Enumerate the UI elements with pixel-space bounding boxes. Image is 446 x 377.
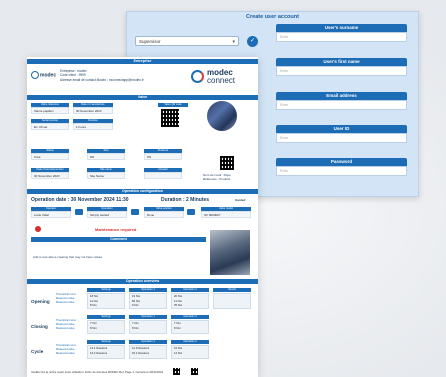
closing-sub-labels: Theoretical curve Measured value Measured … bbox=[56, 319, 76, 330]
email-input[interactable]: Enter bbox=[276, 100, 407, 110]
overview-col-header: Result bbox=[213, 288, 251, 292]
valve-cell: Pressure PN bbox=[144, 149, 182, 160]
valve-cell: Site name Site Name bbox=[87, 168, 125, 179]
config-cell: Operator Lucie Vidal bbox=[31, 207, 71, 218]
row-closing: Closing bbox=[31, 324, 48, 329]
modec-small-logo: modec bbox=[31, 71, 56, 79]
surname-field: User's surname Enter bbox=[276, 24, 407, 42]
email-label: Email address bbox=[276, 92, 407, 100]
valve-cell: Valve reference Vanne papillon bbox=[31, 103, 69, 114]
cycle-op1: 14.1 Newtons 13.4 Newtons bbox=[87, 345, 125, 359]
operation-date: Operation date : 30 November 2024 11:30 bbox=[31, 197, 129, 203]
first-name-field: User's first name Enter bbox=[276, 58, 407, 76]
valve-cell: Serial number Ex: 00 set bbox=[31, 119, 69, 130]
config-cell: Operation Simply started bbox=[87, 207, 127, 218]
config-cell: Valve model SV 0000007 bbox=[201, 207, 251, 218]
password-field: Password Enter bbox=[276, 158, 407, 176]
operation-report: Entreprise modec Entreprise : modec Code… bbox=[27, 57, 258, 377]
report-footer: Veuillez lire la notice avant toute util… bbox=[31, 370, 164, 374]
operation-duration: Duration : 2 Minutes bbox=[161, 197, 210, 203]
overview-col-header: Settings bbox=[87, 315, 125, 319]
opening-op2: 19 Nm 82 Nm 9 Nm bbox=[129, 293, 167, 309]
qr-code-icon bbox=[191, 368, 198, 375]
role-select[interactable]: Supervisor ▾ bbox=[135, 36, 239, 46]
overview-col-header: Operation 2 bbox=[171, 288, 209, 292]
opening-sub-labels: Theoretical curve Measured value Measured … bbox=[56, 293, 76, 304]
comment-bar: Comment bbox=[31, 237, 206, 242]
closing-op3: 7 Nm 8 Nm bbox=[171, 320, 209, 334]
opening-result bbox=[213, 293, 251, 309]
valve-icon bbox=[187, 209, 195, 215]
valve-bar: Valve bbox=[27, 95, 258, 100]
opening-op3: 20 Nm 11 Nm 25 Nm bbox=[171, 293, 209, 309]
password-label: Password bbox=[276, 158, 407, 166]
overview-col-header: Operation 2 bbox=[171, 340, 209, 344]
user-id-label: User ID bbox=[276, 125, 407, 133]
operation-mode: Guided bbox=[235, 198, 246, 202]
valve-cell: Status Créé bbox=[31, 149, 69, 160]
chevron-down-icon: ▾ bbox=[232, 39, 235, 45]
overview-col-header: Settings bbox=[87, 288, 125, 292]
valve-cell: Date of manufacture 30 November 2023 bbox=[73, 103, 113, 114]
first-name-input[interactable]: Enter bbox=[276, 66, 407, 76]
comment-text: Add a note above creating that may not h… bbox=[33, 255, 103, 259]
row-opening: Opening bbox=[31, 299, 50, 304]
modec-connect-logo: modec connect bbox=[191, 68, 251, 92]
role-select-value: Supervisor bbox=[139, 39, 161, 44]
overview-col-header: Operation 1 bbox=[129, 315, 167, 319]
valve-cell: Date of last intervention 30 November 202… bbox=[31, 168, 69, 179]
cycle-op2: 12.9 Newtons 15.1 Newtons bbox=[129, 345, 167, 359]
overview-bar: Operation overview bbox=[27, 279, 258, 284]
operation-photo bbox=[210, 230, 250, 275]
email-field: Email address Enter bbox=[276, 92, 407, 110]
row-cycle: Cycle bbox=[31, 349, 44, 354]
opening-op1: 18 Nm 11 Nm 8 Nm bbox=[87, 293, 125, 309]
closing-op2: 7 Nm 8 Nm bbox=[129, 320, 167, 334]
qr-code-icon bbox=[161, 109, 179, 127]
surname-input[interactable]: Enter bbox=[276, 32, 407, 42]
config-bar: Operation configuration bbox=[27, 189, 258, 194]
qr-caption-2: Référence : Produits bbox=[203, 177, 231, 181]
overview-col-header: Operation 1 bbox=[129, 340, 167, 344]
overview-col-header: Operation 1 bbox=[129, 288, 167, 292]
company-bar: Entreprise bbox=[27, 59, 258, 64]
enterprise-info: Entreprise : modec Code client : 9999 Ad… bbox=[60, 69, 144, 82]
cycle-op3: 16 Nm 14 Nm bbox=[171, 345, 209, 359]
surname-label: User's surname bbox=[276, 24, 407, 32]
user-icon bbox=[75, 209, 83, 215]
maintenance-required: Maintenance required bbox=[95, 227, 137, 232]
user-id-field: User ID Enter bbox=[276, 125, 407, 143]
qr-code-icon bbox=[173, 368, 180, 375]
contact-email: Adresse email de contact Modec : mconnec… bbox=[60, 77, 144, 82]
qr-code-icon bbox=[220, 156, 234, 170]
first-name-label: User's first name bbox=[276, 58, 407, 66]
create-user-title: Create user account bbox=[246, 14, 299, 20]
gauge-icon bbox=[131, 209, 139, 215]
closing-op1: 7 Nm 8 Nm bbox=[87, 320, 125, 334]
password-input[interactable]: Enter bbox=[276, 166, 407, 176]
valve-photo bbox=[207, 101, 237, 131]
config-cell: Valve position Done bbox=[144, 207, 184, 218]
overview-col-header: Operation 2 bbox=[171, 315, 209, 319]
confirm-check-icon[interactable]: ✓ bbox=[247, 36, 258, 47]
valve-cell: Size DN bbox=[87, 149, 125, 160]
overview-col-header: Settings bbox=[87, 340, 125, 344]
cycle-sub-labels: Theoretical curve Measured value Measured … bbox=[56, 344, 76, 355]
valve-cell: Actuator bbox=[144, 168, 182, 179]
warning-icon bbox=[35, 226, 41, 232]
valve-cell: Duration 1 hours bbox=[73, 119, 113, 130]
user-id-input[interactable]: Enter bbox=[276, 133, 407, 143]
